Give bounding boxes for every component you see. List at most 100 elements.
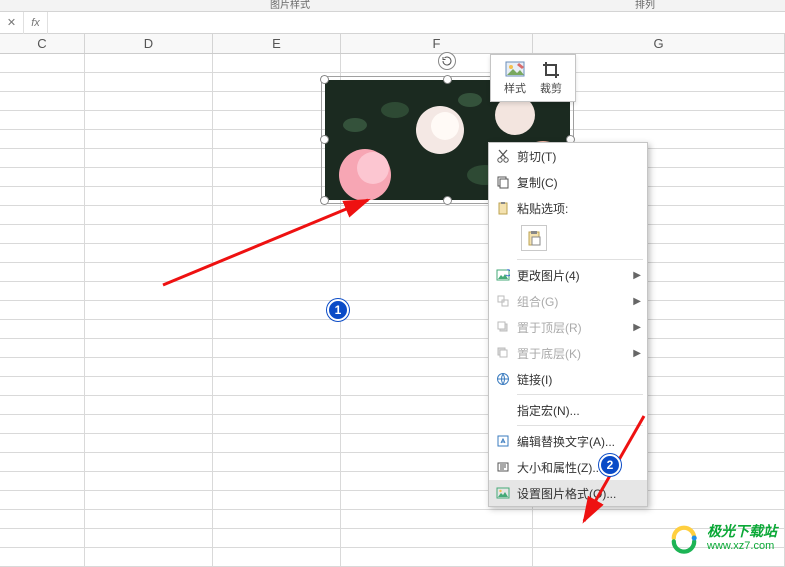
cell[interactable]: [85, 111, 213, 130]
cell[interactable]: [213, 54, 341, 73]
cell[interactable]: [213, 339, 341, 358]
cell[interactable]: [0, 434, 85, 453]
grid-row[interactable]: [0, 453, 785, 472]
cell[interactable]: [213, 472, 341, 491]
cell[interactable]: [85, 472, 213, 491]
grid-row[interactable]: [0, 282, 785, 301]
cell[interactable]: [213, 548, 341, 567]
cell[interactable]: [341, 548, 533, 567]
ctx-edit-alt-text[interactable]: 编辑替换文字(A)...: [489, 428, 647, 454]
cell[interactable]: [0, 73, 85, 92]
cell[interactable]: [85, 282, 213, 301]
grid-row[interactable]: [0, 396, 785, 415]
cell[interactable]: [213, 529, 341, 548]
grid-row[interactable]: [0, 358, 785, 377]
grid-row[interactable]: [0, 320, 785, 339]
cell[interactable]: [213, 111, 341, 130]
ctx-change-picture[interactable]: 更改图片(4) ▶: [489, 262, 647, 288]
cell[interactable]: [85, 453, 213, 472]
grid-row[interactable]: [0, 339, 785, 358]
cell[interactable]: [0, 548, 85, 567]
cell[interactable]: [213, 415, 341, 434]
cell[interactable]: [85, 491, 213, 510]
picture-style-button[interactable]: 样式: [497, 58, 533, 98]
ctx-size-and-properties[interactable]: 大小和属性(Z)...: [489, 454, 647, 480]
cell[interactable]: [0, 206, 85, 225]
grid-row[interactable]: [0, 434, 785, 453]
cell[interactable]: [85, 244, 213, 263]
cell[interactable]: [0, 377, 85, 396]
fx-button[interactable]: fx: [24, 12, 48, 34]
cell[interactable]: [213, 168, 341, 187]
cell[interactable]: [213, 453, 341, 472]
resize-handle-b[interactable]: [443, 196, 452, 205]
grid-row[interactable]: [0, 263, 785, 282]
cell[interactable]: [0, 282, 85, 301]
grid-row[interactable]: [0, 472, 785, 491]
grid-row[interactable]: [0, 377, 785, 396]
cell[interactable]: [341, 529, 533, 548]
cell[interactable]: [85, 377, 213, 396]
cell[interactable]: [0, 396, 85, 415]
col-header-f[interactable]: F: [341, 34, 533, 53]
cell[interactable]: [85, 73, 213, 92]
cell[interactable]: [213, 206, 341, 225]
cell[interactable]: [85, 92, 213, 111]
cell[interactable]: [213, 263, 341, 282]
cell[interactable]: [0, 130, 85, 149]
cell[interactable]: [85, 396, 213, 415]
cell[interactable]: [213, 92, 341, 111]
grid-row[interactable]: [0, 415, 785, 434]
cell[interactable]: [0, 320, 85, 339]
cell[interactable]: [85, 301, 213, 320]
resize-handle-l[interactable]: [320, 135, 329, 144]
cell[interactable]: [0, 491, 85, 510]
cell[interactable]: [85, 415, 213, 434]
cell[interactable]: [213, 225, 341, 244]
ctx-cut[interactable]: 剪切(T): [489, 143, 647, 169]
grid-row[interactable]: [0, 301, 785, 320]
col-header-c[interactable]: C: [0, 34, 85, 53]
cell[interactable]: [85, 320, 213, 339]
cell[interactable]: [341, 510, 533, 529]
cell[interactable]: [85, 54, 213, 73]
cell[interactable]: [0, 415, 85, 434]
grid-row[interactable]: [0, 491, 785, 510]
grid-row[interactable]: [0, 225, 785, 244]
col-header-g[interactable]: G: [533, 34, 785, 53]
cell[interactable]: [213, 301, 341, 320]
formula-cancel-button[interactable]: ✕: [0, 12, 24, 34]
cell[interactable]: [533, 111, 785, 130]
cell[interactable]: [85, 548, 213, 567]
cell[interactable]: [0, 472, 85, 491]
cell[interactable]: [0, 111, 85, 130]
cell[interactable]: [0, 168, 85, 187]
cell[interactable]: [0, 453, 85, 472]
cell[interactable]: [213, 377, 341, 396]
cell[interactable]: [85, 339, 213, 358]
cell[interactable]: [0, 149, 85, 168]
resize-handle-bl[interactable]: [320, 196, 329, 205]
cell[interactable]: [0, 263, 85, 282]
cell[interactable]: [85, 529, 213, 548]
grid-row[interactable]: [0, 206, 785, 225]
cell[interactable]: [0, 244, 85, 263]
ctx-link[interactable]: 链接(I): [489, 366, 647, 392]
grid-row[interactable]: [0, 244, 785, 263]
cell[interactable]: [0, 92, 85, 111]
cell[interactable]: [0, 301, 85, 320]
cell[interactable]: [213, 510, 341, 529]
cell[interactable]: [0, 225, 85, 244]
cell[interactable]: [0, 510, 85, 529]
cell[interactable]: [213, 491, 341, 510]
formula-input[interactable]: [48, 13, 785, 33]
cell[interactable]: [85, 206, 213, 225]
cell[interactable]: [85, 187, 213, 206]
cell[interactable]: [85, 168, 213, 187]
cell[interactable]: [213, 320, 341, 339]
resize-handle-tl[interactable]: [320, 75, 329, 84]
paste-option-picture[interactable]: [521, 225, 547, 251]
cell[interactable]: [85, 358, 213, 377]
cell[interactable]: [213, 358, 341, 377]
ctx-assign-macro[interactable]: 指定宏(N)...: [489, 397, 647, 423]
